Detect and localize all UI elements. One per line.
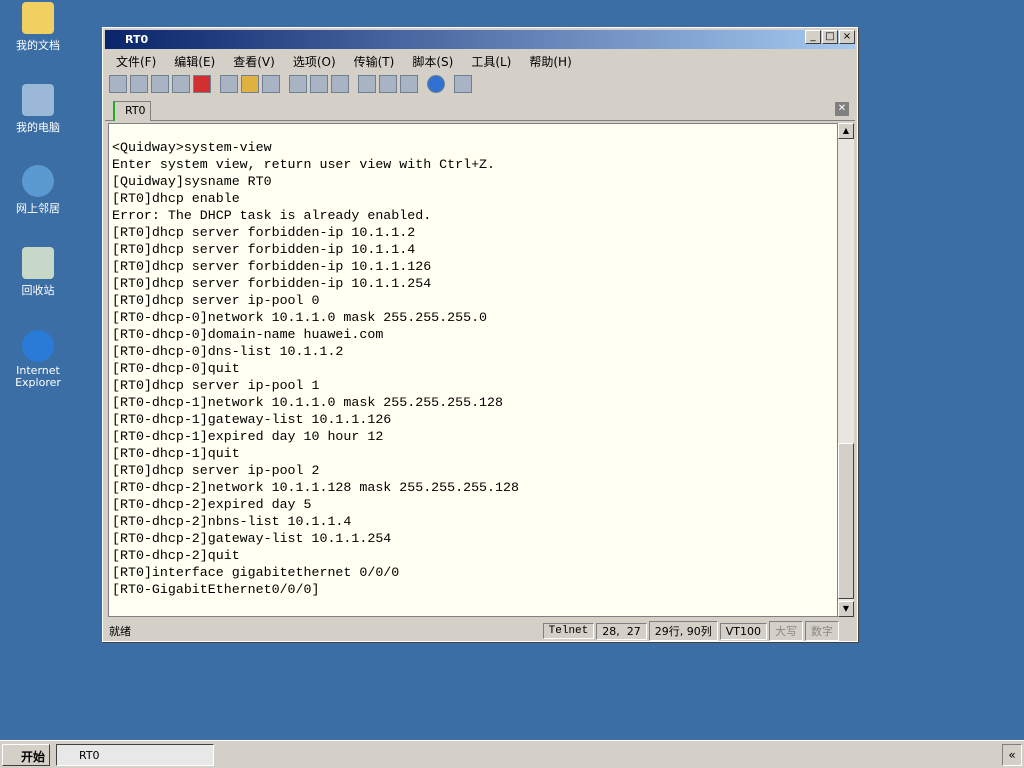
print-setup-icon[interactable] [331, 75, 349, 93]
desktop-icon-my-computer[interactable]: 我的电脑 [0, 84, 76, 135]
terminal-line: [RT0]dhcp server forbidden-ip 10.1.1.4 [112, 242, 416, 257]
paste-icon[interactable] [241, 75, 259, 93]
desktop-icon-my-documents[interactable]: 我的文档 [0, 2, 76, 53]
icon-label: 网上邻居 [16, 202, 60, 215]
terminal-line: [RT0-dhcp-1]expired day 10 hour 12 [112, 429, 384, 444]
menu-tools[interactable]: 工具(L) [462, 51, 520, 72]
connect-icon[interactable] [109, 75, 127, 93]
minimize-button[interactable]: _ [805, 30, 821, 44]
quick-connect-icon[interactable] [130, 75, 148, 93]
status-protocol: Telnet [542, 623, 595, 639]
menu-transfer[interactable]: 传输(T) [345, 51, 404, 72]
terminal-line: Error: The DHCP task is already enabled. [112, 208, 432, 223]
icon-label: Internet Explorer [15, 364, 61, 389]
desktop-icon-recycle-bin[interactable]: 回收站 [0, 247, 76, 298]
desktop-icon-ie[interactable]: Internet Explorer [0, 330, 76, 389]
menu-view[interactable]: 查看(V) [224, 51, 284, 72]
internet-explorer-icon [22, 330, 54, 362]
terminal-line: [Quidway]sysname RT0 [112, 174, 272, 189]
title-bar[interactable]: RT0 [105, 30, 855, 49]
window-title: RT0 [125, 33, 149, 46]
menu-edit[interactable]: 编辑(E) [165, 51, 224, 72]
status-num: 数字 [805, 621, 839, 641]
terminal-line: [RT0]interface gigabitethernet 0/0/0 [112, 565, 400, 580]
status-size: 29行, 90列 [648, 621, 718, 641]
help-icon[interactable] [427, 75, 445, 93]
icon-label: 回收站 [21, 284, 55, 297]
session-tabs: RT0 ✕ [105, 99, 855, 121]
reconnect-icon[interactable] [172, 75, 190, 93]
session-options-icon[interactable] [358, 75, 376, 93]
tab-rt0[interactable]: RT0 [113, 101, 151, 121]
menu-options[interactable]: 选项(O) [284, 51, 345, 72]
desktop-icon-network[interactable]: 网上邻居 [0, 165, 76, 216]
folder-icon [22, 2, 54, 34]
menu-help[interactable]: 帮助(H) [520, 51, 580, 72]
keymap-icon[interactable] [454, 75, 472, 93]
task-label: RT0 [79, 749, 100, 762]
terminal-line: [RT0-dhcp-2]quit [112, 548, 240, 563]
print-icon[interactable] [289, 75, 307, 93]
terminal-line: [RT0-dhcp-2]nbns-list 10.1.1.4 [112, 514, 352, 529]
terminal-line: [RT0]dhcp enable [112, 191, 240, 206]
taskbar: 开始 RT0 « [0, 740, 1024, 768]
scroll-down-icon[interactable]: ▼ [838, 601, 854, 617]
terminal-line: [RT0]dhcp server forbidden-ip 10.1.1.2 [112, 225, 416, 240]
menu-file[interactable]: 文件(F) [107, 51, 165, 72]
terminal-line: [RT0-dhcp-0]dns-list 10.1.1.2 [112, 344, 344, 359]
close-button[interactable]: × [839, 30, 855, 44]
menu-bar: 文件(F) 编辑(E) 查看(V) 选项(O) 传输(T) 脚本(S) 工具(L… [107, 51, 581, 72]
terminal-output[interactable]: <Quidway>system-view Enter system view, r… [108, 123, 838, 617]
terminal-line: [RT0]dhcp server forbidden-ip 10.1.1.126 [112, 259, 432, 274]
terminal-line: [RT0]dhcp server ip-pool 1 [112, 378, 320, 393]
disconnect-icon[interactable] [193, 75, 211, 93]
terminal-line: [RT0]dhcp server ip-pool 0 [112, 293, 320, 308]
terminal-line: [RT0-GigabitEthernet0/0/0] [112, 582, 320, 597]
icon-label: 我的文档 [16, 39, 60, 52]
scroll-thumb[interactable] [838, 443, 854, 599]
terminal-line: [RT0-dhcp-1]gateway-list 10.1.1.126 [112, 412, 392, 427]
connect-tab-icon[interactable] [151, 75, 169, 93]
toolbar [109, 72, 519, 96]
status-emulation: VT100 [719, 622, 767, 640]
menu-script[interactable]: 脚本(S) [403, 51, 462, 72]
terminal-line: [RT0-dhcp-2]gateway-list 10.1.1.254 [112, 531, 392, 546]
start-label: 开始 [21, 750, 46, 764]
find-icon[interactable] [262, 75, 280, 93]
terminal-line: [RT0-dhcp-0]quit [112, 361, 240, 376]
terminal-window: RT0 _ □ × 文件(F) 编辑(E) 查看(V) 选项(O) 传输(T) 脚本… [102, 27, 858, 642]
close-tab-icon[interactable]: ✕ [835, 102, 849, 116]
tray-expand-button[interactable]: « [1002, 744, 1022, 766]
scroll-up-icon[interactable]: ▲ [838, 123, 854, 139]
terminal-line: [RT0-dhcp-2]expired day 5 [112, 497, 312, 512]
status-ready: 就绪 [109, 625, 131, 638]
status-caps: 大写 [769, 621, 803, 641]
scrollbar[interactable]: ▲ ▼ [838, 123, 854, 617]
maximize-button[interactable]: □ [822, 30, 838, 44]
terminal-line: [RT0-dhcp-2]network 10.1.1.128 mask 255.… [112, 480, 519, 495]
terminal-line: [RT0-dhcp-1]network 10.1.1.0 mask 255.25… [112, 395, 503, 410]
terminal-line: [RT0-dhcp-1]quit [112, 446, 240, 461]
terminal-line: [RT0]dhcp server forbidden-ip 10.1.1.254 [112, 276, 432, 291]
sftp-icon[interactable] [379, 75, 397, 93]
network-icon [22, 165, 54, 197]
key-icon[interactable] [400, 75, 418, 93]
terminal-line: Enter system view, return user view with… [112, 157, 496, 172]
copy-icon[interactable] [220, 75, 238, 93]
recycle-bin-icon [22, 247, 54, 279]
terminal-line: [RT0-dhcp-0]domain-name huawei.com [112, 327, 384, 342]
start-button[interactable]: 开始 [2, 744, 50, 766]
terminal-line: [RT0]dhcp server ip-pool 2 [112, 463, 320, 478]
print-selection-icon[interactable] [310, 75, 328, 93]
taskbar-item-rt0[interactable]: RT0 [56, 744, 214, 766]
terminal-line: [RT0-dhcp-0]network 10.1.1.0 mask 255.25… [112, 310, 488, 325]
icon-label: 我的电脑 [16, 121, 60, 134]
status-bar: 就绪 Telnet 28, 27 29行, 90列 VT100 大写 数字 [105, 621, 855, 641]
status-cursor: 28, 27 [596, 622, 647, 640]
computer-icon [22, 84, 54, 116]
terminal-line: <Quidway>system-view [112, 140, 272, 155]
